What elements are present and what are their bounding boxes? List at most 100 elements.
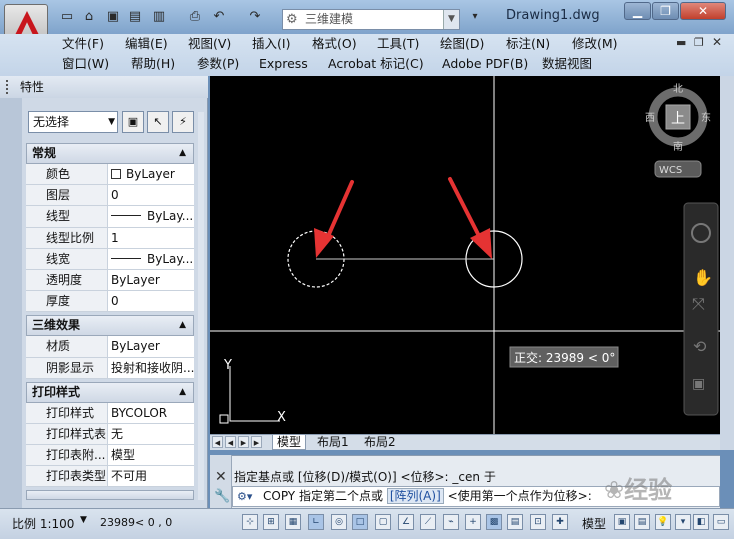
command-options-icon[interactable]: ⚙▾: [237, 487, 252, 506]
showmotion-icon[interactable]: ▣: [692, 376, 705, 392]
menu-help[interactable]: 帮助(H): [131, 54, 175, 74]
section-general[interactable]: 常规 ▲: [26, 143, 194, 164]
compass-south[interactable]: 南: [673, 140, 683, 153]
ducs-icon[interactable]: ⟋: [420, 514, 436, 530]
collapse-icon[interactable]: ▲: [179, 316, 186, 335]
property-value[interactable]: ByLayer: [108, 164, 194, 184]
saveas-icon[interactable]: ▤: [126, 9, 144, 25]
grid-display-icon[interactable]: ▦: [285, 514, 301, 530]
undo-icon[interactable]: ↶: [210, 9, 228, 25]
doc-restore-icon[interactable]: ❐: [694, 36, 704, 49]
print-icon[interactable]: ⎙: [186, 9, 204, 25]
doc-minimize-icon[interactable]: ▬: [676, 36, 686, 49]
viewport-scrollbar[interactable]: [720, 76, 734, 450]
otrack-icon[interactable]: ∠: [398, 514, 414, 530]
ortho-mode-icon[interactable]: ∟: [308, 514, 324, 530]
open-icon[interactable]: ⌂: [80, 9, 98, 25]
quick-view-layouts-icon[interactable]: ▣: [614, 514, 630, 530]
drawing-canvas[interactable]: Y X 正交: 23989 < 0° 上 北 南 东 西 WCS ✋ ⤧ ⟲ ▣: [210, 76, 720, 434]
chevron-down-icon[interactable]: ▼: [80, 515, 87, 525]
prev-tab-icon[interactable]: ◀: [225, 436, 236, 448]
3d-osnap-icon[interactable]: ▢: [375, 514, 391, 530]
minimize-icon[interactable]: ▁: [624, 2, 651, 20]
close-icon[interactable]: ✕: [680, 2, 726, 20]
property-row[interactable]: 打印样式 BYCOLOR: [26, 402, 194, 424]
doc-close-icon[interactable]: ✕: [712, 35, 722, 49]
pan-hand-icon[interactable]: ✋: [693, 268, 713, 287]
menu-parameters[interactable]: 参数(P): [197, 54, 239, 74]
section-plot-style[interactable]: 打印样式 ▲: [26, 381, 194, 403]
lightbulb-icon[interactable]: 💡: [655, 514, 671, 530]
annotation-scale[interactable]: 比例 1:100: [12, 515, 74, 532]
wrench-icon[interactable]: 🔧: [214, 489, 230, 504]
snap-mode-icon[interactable]: ⊞: [263, 514, 279, 530]
property-row[interactable]: 阴影显示 投射和接收阴...: [26, 357, 194, 379]
property-row[interactable]: 打印表类型 不可用: [26, 466, 194, 488]
plot-icon[interactable]: ▥: [150, 9, 168, 25]
quick-properties-icon[interactable]: ▤: [507, 514, 523, 530]
coordinate-display[interactable]: 23989< 0 , 0: [100, 516, 172, 529]
menu-window[interactable]: 窗口(W): [62, 54, 109, 74]
menu-modify[interactable]: 修改(M): [572, 34, 618, 54]
lineweight-icon[interactable]: +: [465, 514, 481, 530]
selection-dropdown[interactable]: 无选择 ▼: [28, 111, 118, 133]
dyn-input-icon[interactable]: ⌁: [443, 514, 459, 530]
section-3d-effects[interactable]: 三维效果 ▲: [26, 315, 194, 337]
menu-tools[interactable]: 工具(T): [377, 34, 419, 54]
property-value[interactable]: 1: [108, 228, 194, 248]
property-row[interactable]: 打印表附... 模型: [26, 445, 194, 467]
tab-layout2[interactable]: 布局2: [360, 435, 400, 450]
collapse-icon[interactable]: ▲: [179, 383, 186, 402]
grip-icon[interactable]: [6, 80, 10, 94]
clean-screen-icon[interactable]: ▭: [713, 514, 729, 530]
selection-cycling-icon[interactable]: ⊡: [530, 514, 546, 530]
restore-icon[interactable]: ❐: [652, 2, 679, 20]
compass-east[interactable]: 东: [701, 111, 711, 124]
tab-layout1[interactable]: 布局1: [313, 435, 353, 450]
object-snap-icon[interactable]: □: [352, 514, 368, 530]
select-objects-icon[interactable]: ↖: [147, 111, 169, 133]
menu-edit[interactable]: 编辑(E): [125, 34, 168, 54]
array-option-button[interactable]: [阵列(A)]: [386, 488, 444, 504]
property-value[interactable]: 0: [108, 185, 194, 205]
customize-icon[interactable]: ▾: [466, 9, 484, 25]
menu-format[interactable]: 格式(O): [312, 34, 357, 54]
tab-model[interactable]: 模型: [272, 435, 307, 450]
drawing-viewport[interactable]: Y X 正交: 23989 < 0° 上 北 南 东 西 WCS ✋ ⤧ ⟲ ▣: [210, 76, 720, 434]
property-value[interactable]: BYCOLOR: [108, 403, 194, 423]
close-icon[interactable]: ✕: [215, 469, 227, 485]
quick-select-icon[interactable]: ⚡: [172, 111, 194, 133]
property-row[interactable]: 线宽 ByLay...: [26, 248, 194, 270]
workspace-select[interactable]: ⚙ 三维建模 ▼: [282, 9, 460, 30]
collapse-icon[interactable]: ▲: [179, 144, 186, 163]
property-row[interactable]: 图层 0: [26, 185, 194, 207]
redo-icon[interactable]: ↷: [246, 9, 264, 25]
menu-express[interactable]: Express: [259, 54, 308, 74]
menu-acrobat[interactable]: Acrobat 标记(C): [328, 54, 424, 74]
toggle-pickadd-icon[interactable]: ▣: [122, 111, 144, 133]
property-value[interactable]: 投射和接收阴...: [108, 358, 194, 378]
menu-file[interactable]: 文件(F): [62, 34, 104, 54]
polar-tracking-icon[interactable]: ◎: [331, 514, 347, 530]
chevron-down-icon[interactable]: ▾: [675, 514, 691, 530]
palette-header[interactable]: 特性: [0, 76, 208, 98]
first-tab-icon[interactable]: ◀: [212, 436, 223, 448]
chevron-down-icon[interactable]: ▼: [443, 10, 459, 29]
property-row[interactable]: 线型比例 1: [26, 227, 194, 249]
property-value[interactable]: ByLayer: [108, 270, 194, 290]
property-value[interactable]: 无: [108, 424, 194, 444]
isolate-objects-icon[interactable]: ◧: [693, 514, 709, 530]
model-space-toggle[interactable]: 模型: [582, 515, 606, 532]
property-value[interactable]: ByLay...: [108, 249, 194, 269]
property-row[interactable]: 透明度 ByLayer: [26, 269, 194, 292]
transparency-icon[interactable]: ▩: [486, 514, 502, 530]
zoom-icon[interactable]: ⤧: [692, 294, 705, 313]
menu-draw[interactable]: 绘图(D): [440, 34, 484, 54]
compass-west[interactable]: 西: [645, 113, 655, 124]
orbit-icon[interactable]: ⟲: [693, 337, 707, 356]
property-row[interactable]: 厚度 0: [26, 291, 194, 313]
property-row[interactable]: 颜色 ByLayer: [26, 164, 194, 186]
property-value[interactable]: 0: [108, 291, 194, 311]
last-tab-icon[interactable]: ▶: [251, 436, 262, 448]
quick-view-drawings-icon[interactable]: ▤: [634, 514, 650, 530]
